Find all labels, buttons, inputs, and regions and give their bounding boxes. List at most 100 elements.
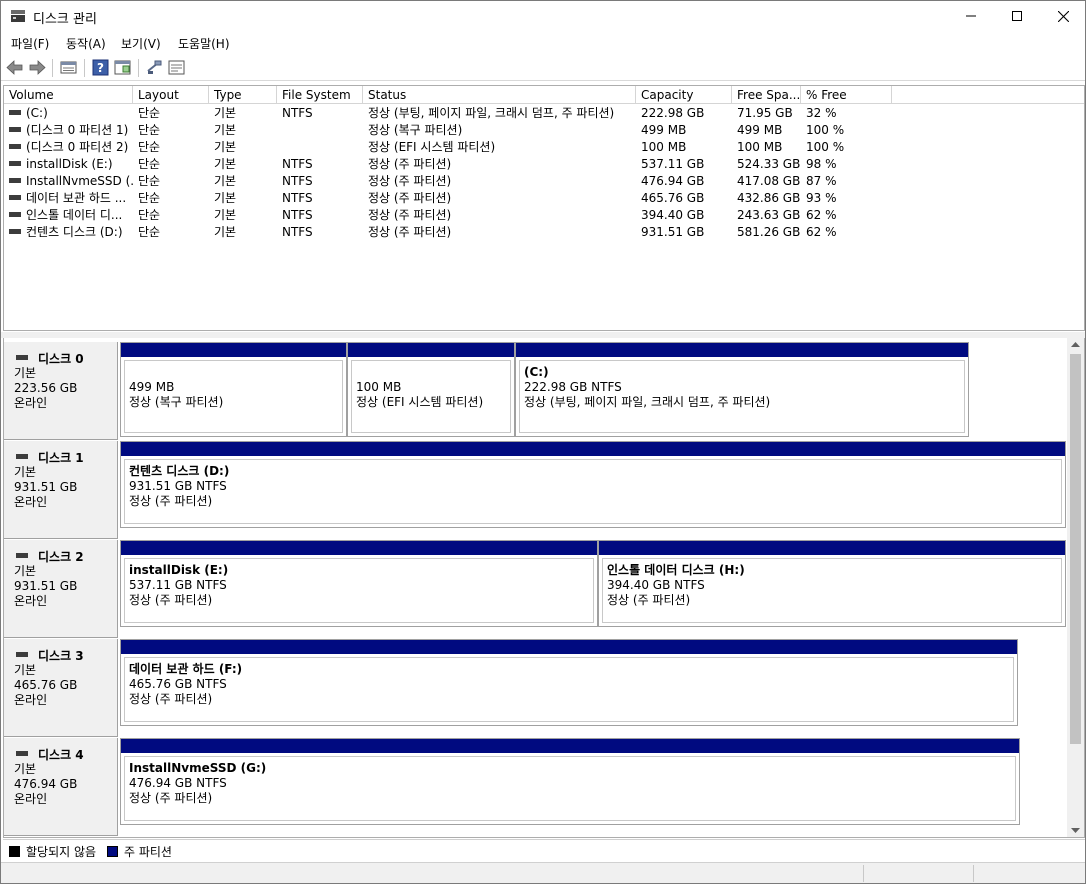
forward-arrow-icon[interactable]	[28, 59, 46, 76]
cell-free: 100 MB	[737, 140, 783, 154]
table-row[interactable]: 컨텐츠 디스크 (D:) 단순 기본 NTFS 정상 (주 파티션) 931.51 GB 5…	[4, 224, 1084, 241]
partition-block[interactable]: 데이터 보관 하드 (F:) 465.76 GB NTFS 정상 (주 파티션)	[120, 639, 1018, 726]
cell-layout: 단순	[138, 140, 161, 154]
menu-file[interactable]: 파일(F)	[11, 35, 49, 52]
legend-label: 할당되지 않음	[26, 845, 97, 859]
partition-block[interactable]: InstallNvmeSSD (G:) 476.94 GB NTFS 정상 (주 파…	[120, 738, 1020, 825]
partition-name: (C:)	[524, 365, 549, 379]
table-row[interactable]: InstallNvmeSSD (... 단순 기본 NTFS 정상 (주 파티션) 476…	[4, 173, 1084, 190]
cell-type: 기본	[214, 225, 237, 239]
disk-label-panel[interactable]: 디스크 0 기본 223.56 GB 온라인	[4, 342, 118, 440]
disk-state: 온라인	[14, 693, 48, 707]
close-button[interactable]	[1040, 1, 1086, 31]
cell-pct: 100 %	[806, 123, 845, 137]
disk-title: 디스크 4	[14, 746, 117, 762]
partition-color-bar	[121, 541, 597, 555]
table-row[interactable]: 인스톨 데이터 디... 단순 기본 NTFS 정상 (주 파티션) 394.40 GB 2…	[4, 207, 1084, 224]
table-row[interactable]: 데이터 보관 하드 ... 단순 기본 NTFS 정상 (주 파티션) 465.76 GB…	[4, 190, 1084, 207]
table-row[interactable]: (디스크 0 파티션 1) 단순 기본 정상 (복구 파티션) 499 MB 499 MB…	[4, 122, 1084, 139]
menu-bar: 파일(F) 동작(A) 보기(V) 도움말(H)	[1, 32, 1085, 54]
legend: 할당되지 않음 주 파티션	[3, 839, 1085, 861]
status-divider	[863, 865, 864, 882]
menu-help[interactable]: 도움말(H)	[178, 35, 230, 52]
disk-icon	[16, 651, 28, 657]
column-header-free-space[interactable]: Free Spa...	[732, 86, 801, 104]
cell-layout: 단순	[138, 191, 161, 205]
table-row[interactable]: installDisk (E:) 단순 기본 NTFS 정상 (주 파티션) 537.11…	[4, 156, 1084, 173]
disk-label-panel[interactable]: 디스크 4 기본 476.94 GB 온라인	[4, 738, 118, 836]
column-header-status[interactable]: Status	[363, 86, 636, 104]
volume-list[interactable]: Volume Layout Type File System Status Ca…	[3, 85, 1085, 331]
disk-type: 기본	[14, 663, 37, 677]
menu-view[interactable]: 보기(V)	[121, 35, 161, 52]
partition-size: 222.98 GB NTFS	[524, 380, 622, 394]
partition-block[interactable]: installDisk (E:) 537.11 GB NTFS 정상 (주 파티션)	[120, 540, 598, 627]
disk-state: 온라인	[14, 495, 48, 509]
status-divider	[973, 865, 974, 882]
drive-icon	[9, 127, 21, 132]
column-header-capacity[interactable]: Capacity	[636, 86, 732, 104]
cell-capacity: 465.76 GB	[641, 191, 705, 205]
cell-free: 524.33 GB	[737, 157, 801, 171]
partition-body: 499 MB 정상 (복구 파티션)	[124, 360, 343, 433]
cell-status: 정상 (주 파티션)	[368, 157, 452, 171]
window-title: 디스크 관리	[33, 12, 97, 27]
disk-label-panel[interactable]: 디스크 3 기본 465.76 GB 온라인	[4, 639, 118, 737]
partition-block[interactable]: (C:) 222.98 GB NTFS 정상 (부팅, 페이지 파일, 크래시 덤프…	[515, 342, 969, 437]
cell-fs: NTFS	[282, 225, 313, 239]
disk-row: 디스크 0 기본 223.56 GB 온라인 499 MB 정상 (복구 파티션) 100 …	[4, 342, 1068, 440]
disk-size: 223.56 GB	[14, 381, 78, 395]
scrollbar-thumb[interactable]	[1070, 354, 1081, 744]
rescan-icon[interactable]	[146, 59, 164, 76]
disk-icon	[16, 750, 28, 756]
disk-row: 디스크 1 기본 931.51 GB 온라인 컨텐츠 디스크 (D:) 931.51 GB…	[4, 441, 1068, 539]
partition-block[interactable]: 499 MB 정상 (복구 파티션)	[120, 342, 347, 437]
cell-volume: InstallNvmeSSD (...	[9, 173, 134, 190]
column-header-file-system[interactable]: File System	[277, 86, 363, 104]
disk-row: 디스크 4 기본 476.94 GB 온라인 InstallNvmeSSD (G:) 47…	[4, 738, 1068, 836]
cell-layout: 단순	[138, 225, 161, 239]
legend-label: 주 파티션	[124, 845, 172, 859]
cell-volume: (디스크 0 파티션 2)	[9, 139, 134, 156]
toolbar-separator	[84, 59, 85, 77]
maximize-button[interactable]	[994, 1, 1040, 31]
column-header-volume[interactable]: Volume	[4, 86, 133, 104]
back-arrow-icon[interactable]	[6, 59, 24, 76]
volume-list-icon[interactable]	[168, 59, 186, 76]
menu-action[interactable]: 동작(A)	[66, 35, 106, 52]
disk-label-panel[interactable]: 디스크 2 기본 931.51 GB 온라인	[4, 540, 118, 638]
cell-volume: (디스크 0 파티션 1)	[9, 122, 134, 139]
column-header-layout[interactable]: Layout	[133, 86, 209, 104]
column-header-percent-free[interactable]: % Free	[801, 86, 892, 104]
drive-icon	[9, 144, 21, 149]
disk-title: 디스크 2	[14, 548, 117, 564]
disk-row: 디스크 3 기본 465.76 GB 온라인 데이터 보관 하드 (F:) 465.76 …	[4, 639, 1068, 737]
help-icon[interactable]: ?	[92, 59, 110, 76]
cell-layout: 단순	[138, 157, 161, 171]
svg-text:?: ?	[97, 61, 104, 75]
cell-layout: 단순	[138, 123, 161, 137]
partition-status: 정상 (EFI 시스템 파티션)	[356, 395, 484, 409]
disk-label-panel[interactable]: 디스크 1 기본 931.51 GB 온라인	[4, 441, 118, 539]
table-row[interactable]: (디스크 0 파티션 2) 단순 기본 정상 (EFI 시스템 파티션) 100 MB 1…	[4, 139, 1084, 156]
disk-icon	[16, 354, 28, 360]
partition-block[interactable]: 인스톨 데이터 디스크 (H:) 394.40 GB NTFS 정상 (주 파티션)	[598, 540, 1066, 627]
cell-fs: NTFS	[282, 208, 313, 222]
table-row[interactable]: (C:) 단순 기본 NTFS 정상 (부팅, 페이지 파일, 크래시 덤프, 주 파티…	[4, 105, 1084, 122]
vertical-scrollbar[interactable]	[1067, 338, 1084, 837]
cell-status: 정상 (주 파티션)	[368, 208, 452, 222]
cell-capacity: 537.11 GB	[641, 157, 705, 171]
partition-status: 정상 (주 파티션)	[129, 692, 213, 706]
disk-list-icon[interactable]	[60, 59, 78, 76]
partition-color-bar	[121, 739, 1019, 753]
disk-size: 465.76 GB	[14, 678, 78, 692]
cell-layout: 단순	[138, 106, 161, 120]
properties-icon[interactable]	[114, 59, 132, 76]
drive-icon	[9, 212, 21, 217]
column-header-type[interactable]: Type	[209, 86, 277, 104]
partition-size: 499 MB	[129, 380, 175, 394]
partition-block[interactable]: 100 MB 정상 (EFI 시스템 파티션)	[347, 342, 515, 437]
minimize-button[interactable]	[948, 1, 994, 31]
partition-block[interactable]: 컨텐츠 디스크 (D:) 931.51 GB NTFS 정상 (주 파티션)	[120, 441, 1066, 528]
cell-fs	[282, 139, 362, 156]
